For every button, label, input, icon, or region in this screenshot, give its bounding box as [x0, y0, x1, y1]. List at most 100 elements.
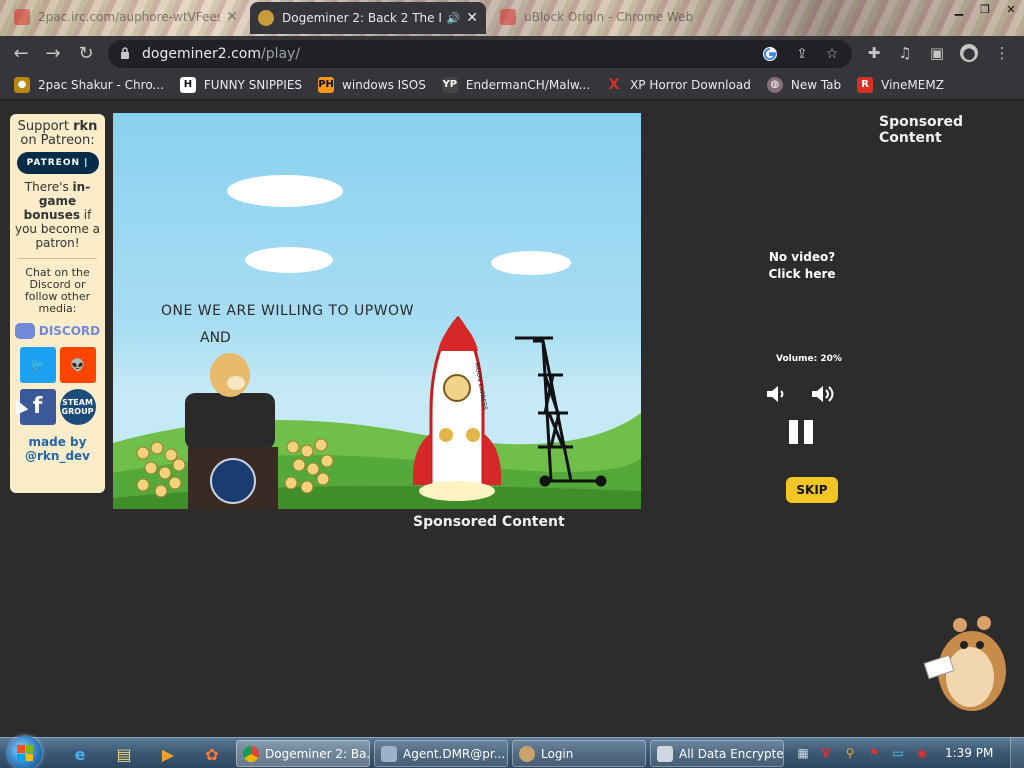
url-text: dogeminer2.com/play/	[142, 46, 301, 62]
browser-toolbar: ← → ↻ dogeminer2.com/play/ ⇪ ☆ ✚ ♫ ▣ ● ⋮	[0, 36, 1024, 70]
tray-v-icon[interactable]: V	[818, 745, 834, 761]
app-icon[interactable]: ✿	[200, 742, 224, 766]
yp-icon: YP	[441, 76, 458, 93]
taskbar: e ▤ ▶ ✿ Dogeminer 2: Ba... Agent.DMR@pr.…	[0, 736, 1024, 768]
ad-caption-secondary: AND	[200, 330, 231, 346]
rocket-window	[443, 374, 471, 402]
page-content: Support rkn on Patreon: PATREON | There'…	[0, 101, 1024, 737]
user-icon	[519, 745, 535, 762]
twitter-icon[interactable]: 🐦	[19, 347, 56, 383]
show-desktop-button[interactable]	[1010, 738, 1024, 768]
skip-button[interactable]: SKIP	[786, 477, 838, 503]
chrome-icon	[243, 745, 259, 762]
globe-icon: ◍	[766, 76, 783, 93]
social-links: 🐦 👽 f STEAM GROUP	[10, 347, 105, 425]
ph-icon: PH	[318, 76, 335, 93]
tray-app-icon[interactable]: ▦	[795, 745, 811, 761]
rocket-coin	[439, 428, 453, 442]
lock-icon	[121, 47, 129, 59]
rocket-fin-right	[483, 433, 502, 485]
dogecoin-favicon-icon	[258, 10, 274, 26]
taskbar-item-encrypted[interactable]: All Data Encrypted	[650, 740, 784, 767]
pause-icon[interactable]	[789, 420, 813, 444]
bookmark-item[interactable]: ◍ New Tab	[766, 76, 841, 93]
window-icon	[381, 745, 397, 762]
menu-kebab-icon[interactable]: ⋮	[993, 44, 1011, 62]
tab-title: Dogeminer 2: Back 2 The Moon	[282, 11, 441, 25]
bookmarks-bar: ● 2pac Shakur - Chro... H FUNNY SNIPPIES P…	[0, 70, 1024, 100]
start-orb-icon[interactable]	[8, 736, 42, 768]
discord-icon	[14, 323, 35, 339]
tray-flag-icon[interactable]: ⚑	[866, 745, 882, 761]
tab-active[interactable]: Dogeminer 2: Back 2 The Moon 🔊 ✕	[250, 2, 486, 34]
internet-explorer-icon[interactable]: e	[68, 742, 92, 766]
bookmark-item[interactable]: YP EndermanCH/Malw...	[441, 76, 590, 93]
ad-caption: ONE WE ARE WILLING TO UPWOW	[161, 303, 414, 319]
tray-volume-icon[interactable]: ◉	[914, 745, 930, 761]
volume-up-icon[interactable]	[810, 383, 834, 405]
x-icon: X	[608, 76, 620, 93]
tray-monitor-icon[interactable]: ▭	[890, 745, 906, 761]
hamster-reading-mascot	[923, 616, 1006, 711]
tab-inactive-1[interactable]: 2pac.irc.com/auphore-wtVFees ✕	[6, 2, 246, 32]
steam-group-icon[interactable]: STEAM GROUP	[59, 389, 96, 425]
volume-down-icon[interactable]	[765, 383, 789, 405]
tab-audio-icon[interactable]: 🔊	[447, 12, 461, 25]
made-by-credit[interactable]: made by @rkn_dev	[10, 435, 105, 463]
discord-link[interactable]: DISCORD	[10, 323, 105, 339]
rocket-nose	[438, 318, 478, 351]
bookmark-star-icon[interactable]: ☆	[824, 46, 840, 62]
h-icon: H	[179, 76, 196, 93]
patreon-button[interactable]: PATREON |	[16, 152, 99, 174]
share-icon[interactable]: ⇪	[794, 46, 810, 62]
bookmark-item[interactable]: PH windows ISOS	[318, 76, 426, 93]
file-explorer-icon[interactable]: ▤	[112, 742, 136, 766]
maximize-icon[interactable]: ❐	[972, 0, 998, 18]
support-sidebar: Support rkn on Patreon: PATREON | There'…	[10, 114, 105, 493]
profile-avatar-icon[interactable]: ●	[960, 44, 978, 62]
reload-icon[interactable]: ↻	[75, 42, 97, 64]
back-arrow-icon[interactable]: ←	[10, 42, 32, 64]
no-video-link[interactable]: No video? Click here	[760, 249, 844, 283]
disc-icon: ●	[14, 76, 30, 93]
reddit-icon[interactable]: 👽	[59, 347, 96, 383]
forward-arrow-icon[interactable]: →	[42, 42, 64, 64]
video-ad-frame[interactable]: MOON EXPRESS ONE WE ARE WILLING TO UPWOW…	[113, 113, 641, 509]
bookmark-item[interactable]: X XP Horror Download	[606, 77, 751, 93]
window-controls: ▁ ❐ ✕	[946, 0, 1024, 18]
extensions-puzzle-icon[interactable]: ✚	[865, 44, 883, 62]
tab-favicon-icon	[14, 9, 30, 25]
minimize-icon[interactable]: ▁	[946, 0, 972, 18]
chat-text: Chat on the Discord or follow other medi…	[24, 266, 91, 315]
media-player-icon[interactable]: ▶	[156, 742, 180, 766]
taskbar-item-login[interactable]: Login	[512, 740, 646, 767]
bookmark-item[interactable]: H FUNNY SNIPPIES	[179, 76, 302, 93]
media-playlist-icon[interactable]: ♫	[896, 44, 914, 62]
tab-close-icon[interactable]: ✕	[226, 9, 238, 25]
taskbar-clock[interactable]: 1:39 PM	[945, 746, 993, 760]
google-icon[interactable]	[762, 46, 778, 62]
taskbar-item-chrome[interactable]: Dogeminer 2: Ba...	[236, 740, 370, 767]
support-text: Support rkn on Patreon:	[17, 119, 98, 148]
tray-search-icon[interactable]: ⚲	[842, 745, 858, 761]
doge-head	[210, 353, 250, 397]
bookmark-item[interactable]: ● 2pac Shakur - Chro...	[14, 76, 164, 93]
tab-title: uBlock Origin - Chrome Web Store	[524, 10, 694, 24]
close-icon[interactable]: ✕	[998, 0, 1024, 18]
r-icon: R	[857, 76, 874, 93]
side-panel-icon[interactable]: ▣	[928, 44, 946, 62]
tab-close-icon[interactable]: ✕	[466, 10, 478, 26]
sponsored-label: Sponsored Content	[413, 514, 565, 530]
taskbar-item-agent[interactable]: Agent.DMR@pr...	[374, 740, 508, 767]
tab-inactive-2[interactable]: uBlock Origin - Chrome Web Store	[492, 2, 702, 32]
cloud	[245, 247, 333, 273]
address-bar[interactable]: dogeminer2.com/play/ ⇪ ☆	[108, 40, 852, 68]
bookmark-item[interactable]: R VineMEMZ	[857, 76, 944, 93]
doge-suit-body	[185, 393, 275, 449]
podium-seal	[210, 458, 256, 504]
rocket-exhaust	[419, 481, 495, 501]
tab-strip: 2pac.irc.com/auphore-wtVFees ✕ Dogeminer…	[0, 0, 1024, 36]
rocket-coin	[466, 428, 480, 442]
cloud	[491, 251, 571, 275]
bonus-text: There's in-game bonuses if you become a …	[14, 180, 101, 250]
